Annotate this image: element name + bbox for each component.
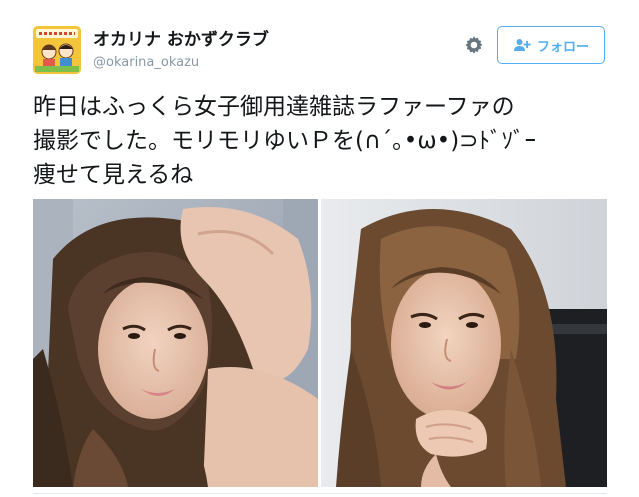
screen-name[interactable]: @okarina_okazu xyxy=(93,55,199,71)
display-name[interactable]: オカリナ おかずクラブ xyxy=(93,30,269,50)
tweet-photo-2[interactable] xyxy=(321,199,607,487)
follow-button[interactable]: フォロー xyxy=(497,26,605,64)
tweet-photo-1[interactable] xyxy=(33,199,318,487)
avatar-illustration-icon xyxy=(33,26,81,74)
tweet-text-line: 痩せて見えるね xyxy=(33,162,194,188)
follow-label: フォロー xyxy=(536,39,589,55)
tweet-card: オカリナ おかずクラブ @okarina_okazu フォロー 昨日はふっくら女… xyxy=(0,0,639,497)
tweet-text-line: 撮影でした。モリモリゆいＰを(∩´｡•ω•)⊃ﾄﾞｿﾞｰ xyxy=(33,128,536,154)
tweet-text: 昨日はふっくら女子御用達雑誌ラファーファの 撮影でした。モリモリゆいＰを(∩´｡… xyxy=(33,90,623,192)
person-add-icon xyxy=(513,39,531,51)
photo-1-image xyxy=(33,199,318,487)
divider xyxy=(33,493,607,494)
user-avatar[interactable] xyxy=(33,26,81,74)
photo-2-image xyxy=(321,199,607,487)
tweet-text-line: 昨日はふっくら女子御用達雑誌ラファーファの xyxy=(33,94,515,120)
gear-icon[interactable] xyxy=(463,34,485,56)
